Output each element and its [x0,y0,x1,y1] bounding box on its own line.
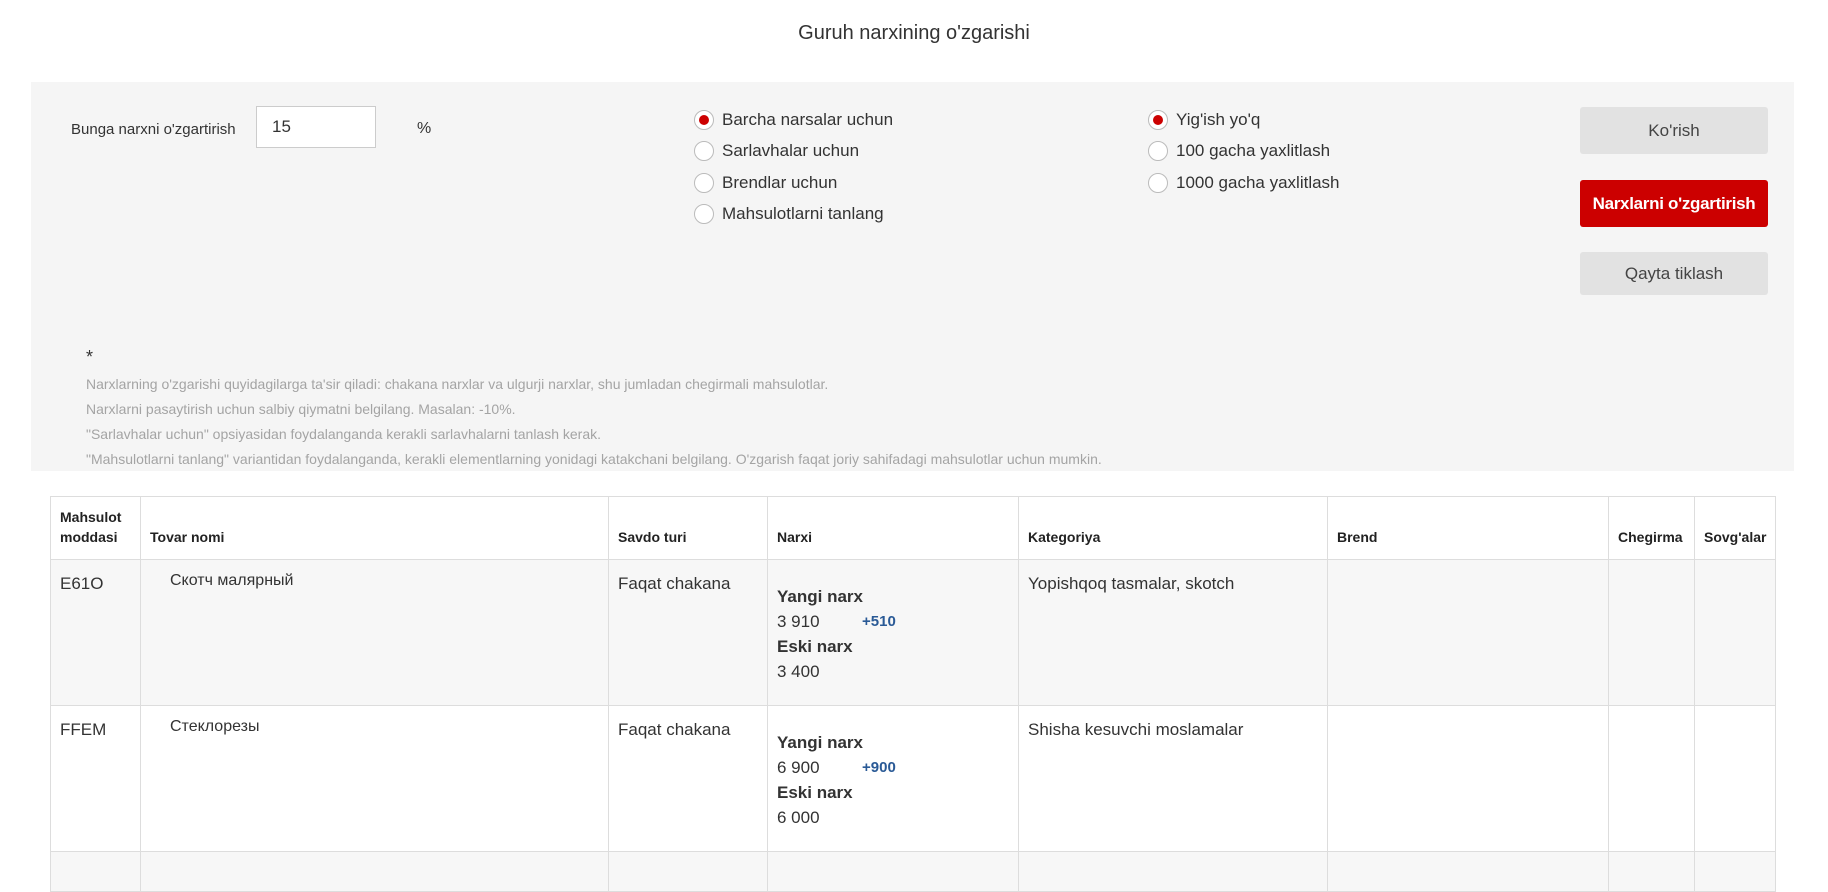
column-header-gifts[interactable]: Sovg'alar [1694,496,1776,560]
reset-button[interactable]: Qayta tiklash [1580,252,1768,295]
cell-discount [1608,559,1695,706]
cell-empty [767,851,1019,892]
radio-button[interactable] [1148,109,1168,130]
column-header-name[interactable]: Tovar nomi [140,496,609,560]
note-line: "Mahsulotlarni tanlang" variantidan foyd… [86,451,1102,467]
cell-discount [1608,705,1695,852]
radio-button[interactable] [694,109,714,130]
cell-empty [1327,851,1609,892]
cell-empty [1018,851,1328,892]
column-header-sku[interactable]: Mahsulot moddasi [50,496,141,560]
preview-button[interactable]: Ko'rish [1580,107,1768,154]
radio-button[interactable] [1148,172,1168,193]
cell-empty [140,851,609,892]
products-table: Mahsulot moddasi Tovar nomi Savdo turi N… [50,496,1776,892]
new-price-value: 3 910 [777,612,820,631]
table-row[interactable]: FFEM Стеклорезы Faqat chakana Yangi narx… [50,705,1776,852]
cell-category: Yopishqoq tasmalar, skotch [1018,559,1328,706]
rounding-radio-group: Yig'ish yo'q 100 gacha yaxlitlash 1000 g… [1148,104,1340,199]
scope-option-label: Brendlar uchun [722,172,838,192]
cell-name: Стеклорезы [140,705,609,852]
old-price-label: Eski narx [777,637,853,656]
table-header-row: Mahsulot moddasi Tovar nomi Savdo turi N… [50,496,1776,560]
scope-option-select-products[interactable]: Mahsulotlarni tanlang [694,199,893,231]
cell-trade-type: Faqat chakana [608,705,768,852]
product-name[interactable]: Скотч малярный [150,572,599,590]
price-diff: +510 [862,613,896,630]
table-row[interactable] [50,851,1776,892]
radio-selected-dot [699,114,709,125]
radio-button[interactable] [694,141,714,162]
percent-sign: % [417,120,432,137]
scope-option-brands[interactable]: Brendlar uchun [694,167,893,199]
rounding-option-label: Yig'ish yo'q [1176,109,1261,129]
scope-radio-group: Barcha narsalar uchun Sarlavhalar uchun … [694,104,893,230]
price-block: Yangi narx 3 910 +510 Eski narx 3 400 [777,584,1009,684]
price-change-panel: Bunga narxni o'zgartirish % Barcha narsa… [31,82,1794,471]
cell-empty [50,851,141,892]
notes-block: * Narxlarning o'zgarishi quyidagilarga t… [86,347,1102,472]
page-title: Guruh narxining o'zgarishi [798,22,1030,44]
price-block: Yangi narx 6 900 +900 Eski narx 6 000 [777,730,1009,830]
column-header-discount[interactable]: Chegirma [1608,496,1695,560]
scope-option-label: Mahsulotlarni tanlang [722,204,884,224]
column-header-price[interactable]: Narxi [767,496,1019,560]
cell-price: Yangi narx 6 900 +900 Eski narx 6 000 [767,705,1019,852]
note-line: Narxlarni pasaytirish uchun salbiy qiyma… [86,401,516,417]
percent-input[interactable] [256,106,376,148]
cell-empty [1608,851,1695,892]
column-header-trade-type[interactable]: Savdo turi [608,496,768,560]
cell-sku: E61O [50,559,141,706]
old-price-label: Eski narx [777,783,853,802]
rounding-option-label: 100 gacha yaxlitlash [1176,141,1331,161]
column-header-category[interactable]: Kategoriya [1018,496,1328,560]
new-price-label: Yangi narx [777,733,863,752]
cell-gifts [1694,559,1776,706]
product-name[interactable]: Стеклорезы [150,718,599,736]
cell-sku: FFEM [50,705,141,852]
notes-marker: * [86,347,94,367]
apply-price-change-button[interactable]: Narxlarni o'zgartirish [1580,180,1768,227]
new-price-line: 6 900 +900 [777,755,1009,780]
cell-brand [1327,705,1609,852]
scope-option-label: Barcha narsalar uchun [722,109,894,129]
rounding-option-label: 1000 gacha yaxlitlash [1176,172,1340,192]
new-price-label: Yangi narx [777,587,863,606]
old-price-value: 3 400 [777,662,820,681]
radio-button[interactable] [694,204,714,225]
radio-button[interactable] [1148,141,1168,162]
radio-button[interactable] [694,172,714,193]
new-price-value: 6 900 [777,758,820,777]
cell-gifts [1694,705,1776,852]
cell-empty [1694,851,1776,892]
scope-option-headings[interactable]: Sarlavhalar uchun [694,136,893,168]
cell-empty [608,851,768,892]
cell-category: Shisha kesuvchi moslamalar [1018,705,1328,852]
rounding-option-100[interactable]: 100 gacha yaxlitlash [1148,136,1340,168]
new-price-line: 3 910 +510 [777,609,1009,634]
rounding-option-1000[interactable]: 1000 gacha yaxlitlash [1148,167,1340,199]
note-line: "Sarlavhalar uchun" opsiyasidan foydalan… [86,426,602,442]
percent-label: Bunga narxni o'zgartirish [71,121,236,138]
cell-name: Скотч малярный [140,559,609,706]
scope-option-label: Sarlavhalar uchun [722,141,860,161]
old-price-value: 6 000 [777,808,820,827]
scope-option-all[interactable]: Barcha narsalar uchun [694,104,893,136]
cell-brand [1327,559,1609,706]
radio-selected-dot [1153,114,1163,125]
rounding-option-none[interactable]: Yig'ish yo'q [1148,104,1340,136]
note-line: Narxlarning o'zgarishi quyidagilarga ta'… [86,376,829,392]
table-row[interactable]: E61O Скотч малярный Faqat chakana Yangi … [50,559,1776,706]
cell-trade-type: Faqat chakana [608,559,768,706]
price-diff: +900 [862,759,896,776]
cell-price: Yangi narx 3 910 +510 Eski narx 3 400 [767,559,1019,706]
column-header-brand[interactable]: Brend [1327,496,1609,560]
